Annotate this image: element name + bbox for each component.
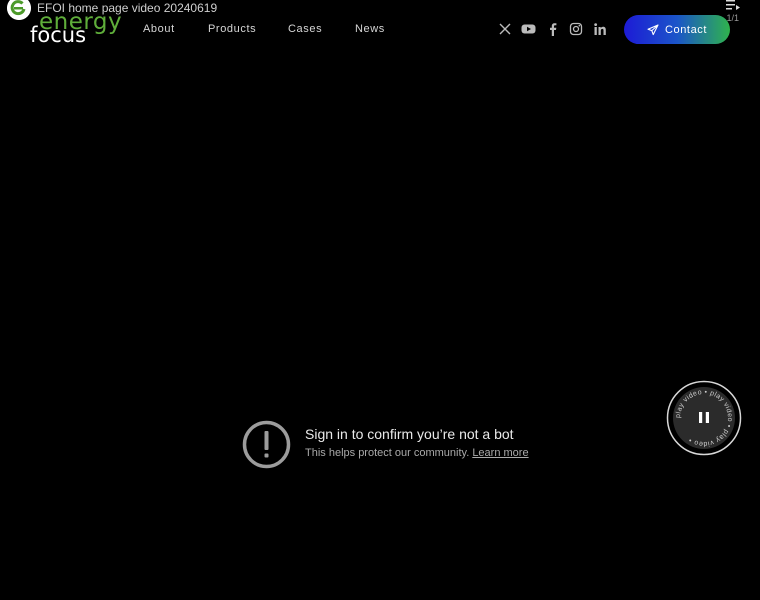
youtube-icon[interactable] <box>521 22 536 36</box>
nav-item-products[interactable]: Products <box>208 23 256 35</box>
bot-check-message: Sign in to confirm you’re not a bot This… <box>242 420 542 470</box>
instagram-icon[interactable] <box>569 22 583 36</box>
contact-label: Contact <box>664 23 708 36</box>
bot-check-subtitle-text: This helps protect our community. <box>305 447 470 459</box>
alert-icon <box>242 420 291 469</box>
x-icon[interactable] <box>498 22 512 36</box>
send-icon <box>647 23 659 35</box>
play-video-badge[interactable]: play video • play video • play video • <box>666 380 742 456</box>
facebook-icon[interactable] <box>546 22 560 36</box>
bot-check-subtitle: This helps protect our community. Learn … <box>305 447 529 459</box>
linkedin-icon[interactable] <box>593 22 607 36</box>
nav-item-cases[interactable]: Cases <box>288 23 322 35</box>
nav-item-news[interactable]: News <box>355 23 385 35</box>
learn-more-link[interactable]: Learn more <box>472 447 528 459</box>
site-header: energy focus About Products Cases News C… <box>0 0 760 60</box>
bot-check-title: Sign in to confirm you’re not a bot <box>305 426 514 442</box>
nav-item-about[interactable]: About <box>143 23 175 35</box>
contact-button[interactable]: Contact <box>624 15 730 44</box>
logo-word-focus: focus <box>30 23 87 47</box>
energy-focus-logo[interactable]: energy focus <box>29 9 122 50</box>
